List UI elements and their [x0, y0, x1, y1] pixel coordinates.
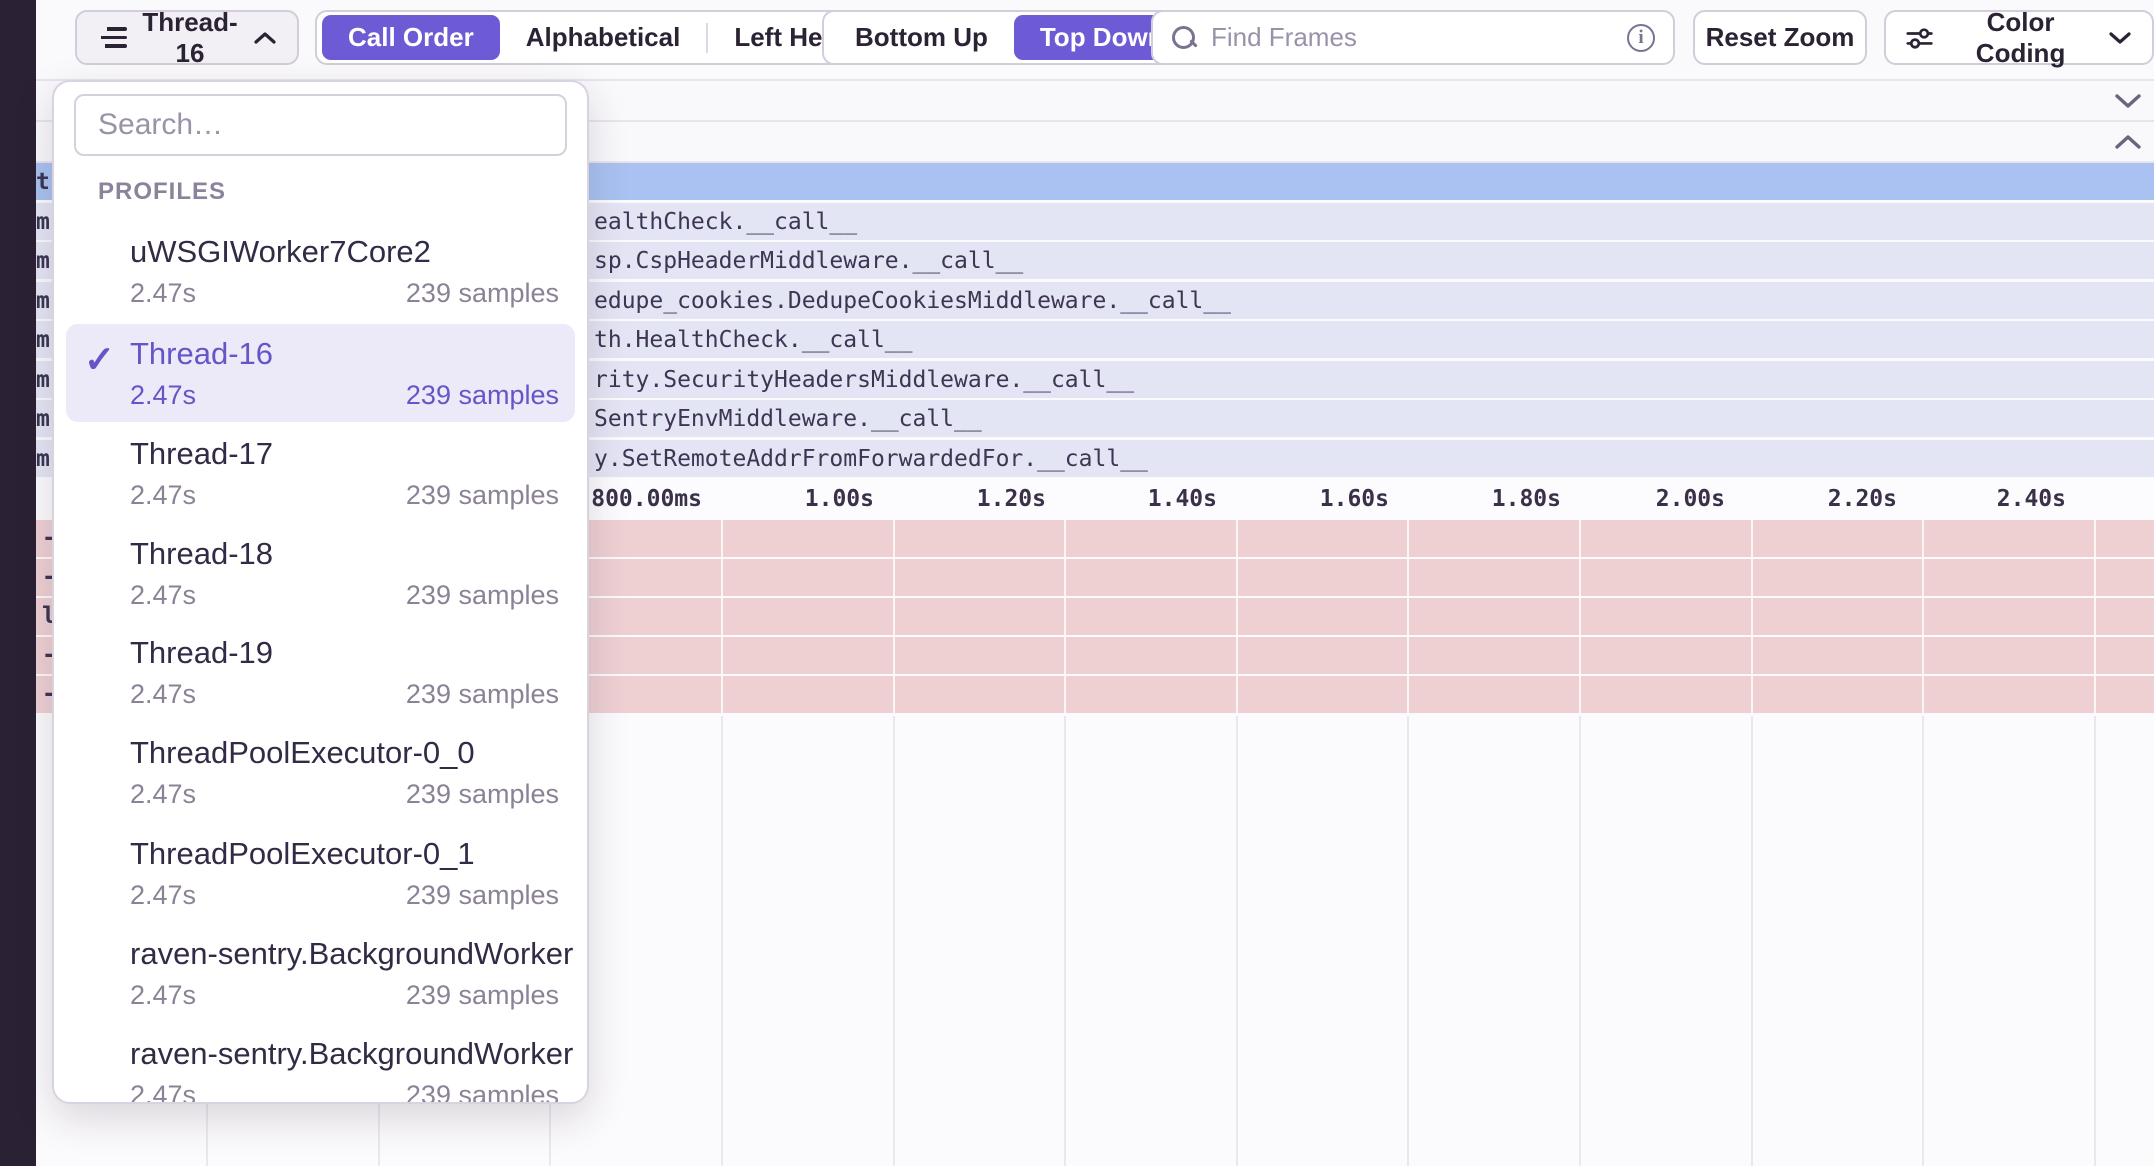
profile-name: Thread-19	[130, 633, 559, 673]
chevron-down-icon	[2108, 31, 2132, 45]
profile-duration: 2.47s	[130, 278, 196, 309]
flame-row-edge-text: m	[36, 406, 50, 432]
profile-list-item[interactable]: Thread-18 2.47s 239 samples	[66, 524, 575, 622]
direction-option-bottom-up[interactable]: Bottom Up	[829, 15, 1014, 60]
profile-duration: 2.47s	[130, 380, 196, 411]
direction-segmented-control: Bottom Up Top Down	[822, 10, 1197, 65]
time-gridline	[2094, 520, 2096, 716]
profile-name: Thread-16	[130, 334, 559, 374]
axis-tick: 2.40s	[1888, 486, 2066, 512]
profile-samples: 239 samples	[406, 278, 559, 309]
thread-selector-label: Thread-16	[141, 7, 239, 69]
profile-samples: 239 samples	[406, 880, 559, 911]
flame-row-edge-text: m	[36, 327, 50, 353]
profiler-toolbar: Thread-16 Call Order Alphabetical Left H…	[36, 0, 2154, 81]
time-gridline	[893, 520, 895, 716]
flame-row-label: edupe_cookies.DedupeCookiesMiddleware.__…	[594, 288, 1231, 314]
profile-duration: 2.47s	[130, 980, 196, 1011]
flame-row-edge-text: m	[36, 248, 50, 274]
sort-option-call-order[interactable]: Call Order	[322, 15, 500, 60]
sort-segmented-control: Call Order Alphabetical Left Heavy	[315, 10, 899, 65]
search-icon	[1171, 25, 1197, 51]
collapse-section-button[interactable]	[2114, 81, 2142, 120]
chevron-up-icon	[253, 31, 277, 45]
color-coding-button[interactable]: Color Coding	[1884, 10, 2154, 65]
thread-selector-button[interactable]: Thread-16	[75, 10, 299, 65]
time-gridline	[1922, 520, 1924, 716]
profile-list-item[interactable]: ThreadPoolExecutor-0_0 2.47s 239 samples	[66, 723, 575, 821]
axis-tick: 2.20s	[1719, 486, 1897, 512]
profiles-section-label: PROFILES	[98, 178, 226, 206]
color-coding-label: Color Coding	[1946, 7, 2095, 69]
profile-name: raven-sentry.BackgroundWorker	[130, 934, 559, 974]
collapse-section-button[interactable]	[2114, 122, 2142, 161]
find-frames-input[interactable]	[1211, 22, 1627, 53]
axis-tick: 2.00s	[1547, 486, 1725, 512]
profile-name: raven-sentry.BackgroundWorker	[130, 1034, 559, 1074]
profile-samples: 239 samples	[406, 1080, 559, 1104]
profile-list-item[interactable]: raven-sentry.BackgroundWorker 2.47s 239 s…	[66, 924, 575, 1022]
profile-dropdown-panel: PROFILES uWSGIWorker7Core2 2.47s 239 samp…	[52, 80, 589, 1104]
profile-list-item-selected[interactable]: ✓ Thread-16 2.47s 239 samples	[66, 324, 575, 422]
profile-samples: 239 samples	[406, 779, 559, 810]
flame-row-edge-text: t	[36, 169, 50, 195]
chevron-down-icon	[2114, 93, 2142, 109]
profile-samples: 239 samples	[406, 679, 559, 710]
profile-search-input[interactable]	[74, 94, 567, 156]
profile-duration: 2.47s	[130, 580, 196, 611]
profile-duration: 2.47s	[130, 480, 196, 511]
axis-tick: 1.00s	[696, 486, 874, 512]
time-gridline	[1579, 520, 1581, 716]
app-sidebar	[0, 0, 36, 1166]
time-gridline	[1751, 520, 1753, 716]
flame-row-label: y.SetRemoteAddrFromForwardedFor.__call__	[594, 446, 1148, 472]
profile-duration: 2.47s	[130, 880, 196, 911]
profile-name: Thread-18	[130, 534, 559, 574]
sliders-icon	[1906, 25, 1933, 51]
profile-name: Thread-17	[130, 434, 559, 474]
axis-tick: 1.60s	[1211, 486, 1389, 512]
flame-row-label: SentryEnvMiddleware.__call__	[594, 406, 982, 432]
info-icon: i	[1627, 24, 1655, 52]
time-gridline	[1407, 520, 1409, 716]
profile-samples: 239 samples	[406, 980, 559, 1011]
thread-list-icon	[97, 22, 127, 53]
flame-row-edge-text: m	[36, 367, 50, 393]
flame-row-label: sp.CspHeaderMiddleware.__call__	[594, 248, 1023, 274]
flame-row-edge-text: m	[36, 209, 50, 235]
checkmark-icon: ✓	[84, 338, 115, 381]
profile-samples: 239 samples	[406, 580, 559, 611]
flame-row-edge-text: m	[36, 288, 50, 314]
axis-tick: 1.40s	[1039, 486, 1217, 512]
time-gridline	[1236, 520, 1238, 716]
profile-name: ThreadPoolExecutor-0_1	[130, 834, 559, 874]
profile-list-item[interactable]: raven-sentry.BackgroundWorker 2.47s 239 s…	[66, 1024, 575, 1104]
profile-samples: 239 samples	[406, 480, 559, 511]
profile-list-item[interactable]: uWSGIWorker7Core2 2.47s 239 samples	[66, 222, 575, 320]
profile-duration: 2.47s	[130, 779, 196, 810]
profile-name: ThreadPoolExecutor-0_0	[130, 733, 559, 773]
profile-list-item[interactable]: ThreadPoolExecutor-0_1 2.47s 239 samples	[66, 824, 575, 922]
reset-zoom-button[interactable]: Reset Zoom	[1693, 10, 1867, 65]
profile-samples: 239 samples	[406, 380, 559, 411]
find-frames-field[interactable]: i	[1151, 10, 1675, 65]
time-gridline	[1064, 520, 1066, 716]
time-gridline	[721, 520, 723, 716]
axis-tick: 1.20s	[868, 486, 1046, 512]
flame-row-label: rity.SecurityHeadersMiddleware.__call__	[594, 367, 1134, 393]
flame-row-edge-text: m	[36, 446, 50, 472]
profile-list-item[interactable]: Thread-19 2.47s 239 samples	[66, 623, 575, 721]
chevron-up-icon	[2114, 134, 2142, 150]
axis-tick: 1.80s	[1383, 486, 1561, 512]
profile-duration: 2.47s	[130, 1080, 196, 1104]
sort-option-alphabetical[interactable]: Alphabetical	[500, 15, 707, 60]
flame-row-label: th.HealthCheck.__call__	[594, 327, 913, 353]
profile-list-item[interactable]: Thread-17 2.47s 239 samples	[66, 424, 575, 522]
profile-duration: 2.47s	[130, 679, 196, 710]
profile-name: uWSGIWorker7Core2	[130, 232, 559, 272]
flame-row-label: ealthCheck.__call__	[594, 209, 857, 235]
